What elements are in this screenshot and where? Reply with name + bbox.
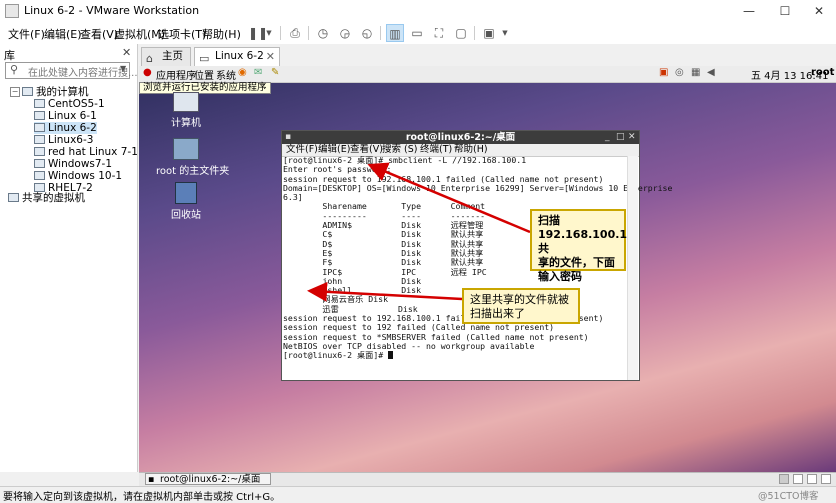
workspace-switcher-2[interactable] [793,474,803,484]
callout-scan-password: 扫描 192.168.100.1共 享的文件，下面 输入密码 [530,209,627,283]
taskbar-terminal-item[interactable]: ▪ root@linux6-2:~/桌面 [145,473,271,485]
guest-taskbar: ▪ root@linux6-2:~/桌面 [139,472,836,487]
terminal-icon: ▪ [148,474,155,485]
callout-shares-found: 这里共享的文件就被 扫描出来了 [462,288,580,324]
workspace-switcher-3[interactable] [807,474,817,484]
annotation-arrows [307,162,531,302]
status-text: 要将输入定向到该虚拟机，请在虚拟机内部单击或按 Ctrl+G。 [3,492,281,503]
arrow-to-shares [307,281,463,302]
status-bar: 要将输入定向到该虚拟机，请在虚拟机内部单击或按 Ctrl+G。 @51CTO博客 [0,486,836,503]
arrow-to-password-prompt [367,162,531,234]
workspace-switcher-1[interactable] [779,474,789,484]
workspace-switcher-4[interactable] [821,474,831,484]
